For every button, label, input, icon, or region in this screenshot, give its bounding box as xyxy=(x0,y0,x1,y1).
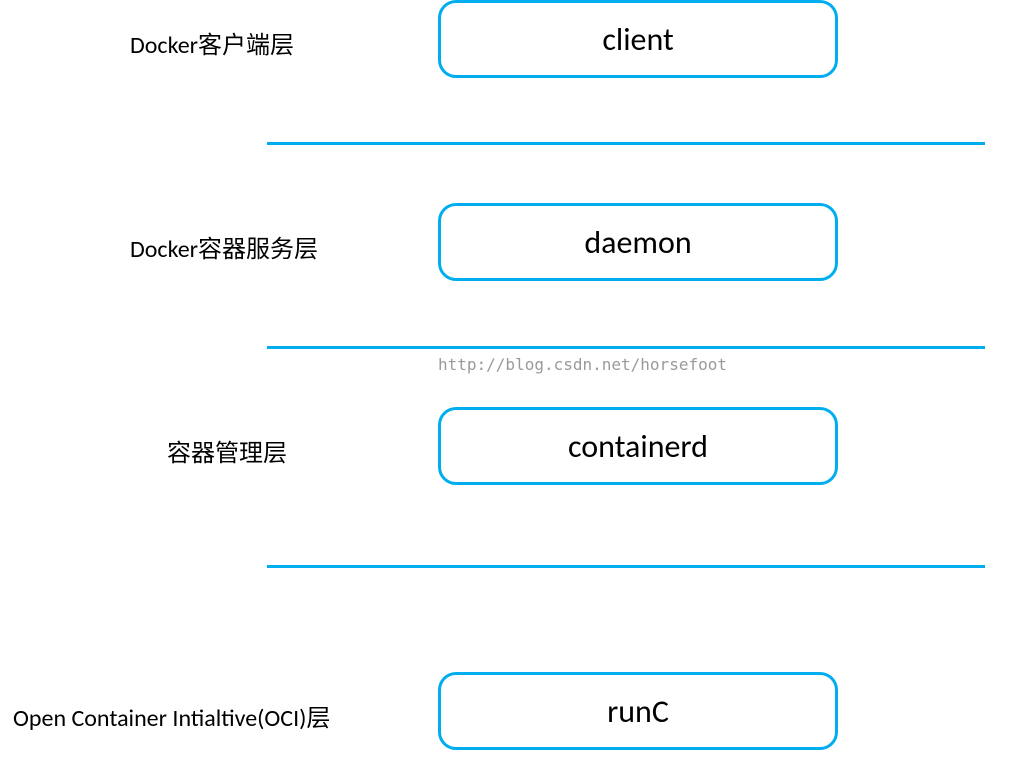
node-daemon-text: daemon xyxy=(584,223,691,262)
separator-3 xyxy=(267,565,985,568)
layer-label-containerd: 容器管理层 xyxy=(167,433,287,468)
node-containerd-text: containerd xyxy=(568,427,708,466)
layer-label-client: Docker客户端层 xyxy=(130,25,294,60)
separator-2 xyxy=(267,346,985,349)
separator-1 xyxy=(267,142,985,145)
watermark-text: http://blog.csdn.net/horsefoot xyxy=(438,355,727,374)
node-client: client xyxy=(438,0,838,78)
node-runc-text: runC xyxy=(607,692,669,731)
layer-label-runc: Open Container Intialtive(OCI)层 xyxy=(13,698,330,733)
node-client-text: client xyxy=(602,20,673,59)
diagram-canvas: Docker客户端层 client Docker容器服务层 daemon htt… xyxy=(0,0,1011,762)
layer-label-daemon: Docker容器服务层 xyxy=(130,229,318,264)
node-containerd: containerd xyxy=(438,407,838,485)
node-daemon: daemon xyxy=(438,203,838,281)
node-runc: runC xyxy=(438,672,838,750)
